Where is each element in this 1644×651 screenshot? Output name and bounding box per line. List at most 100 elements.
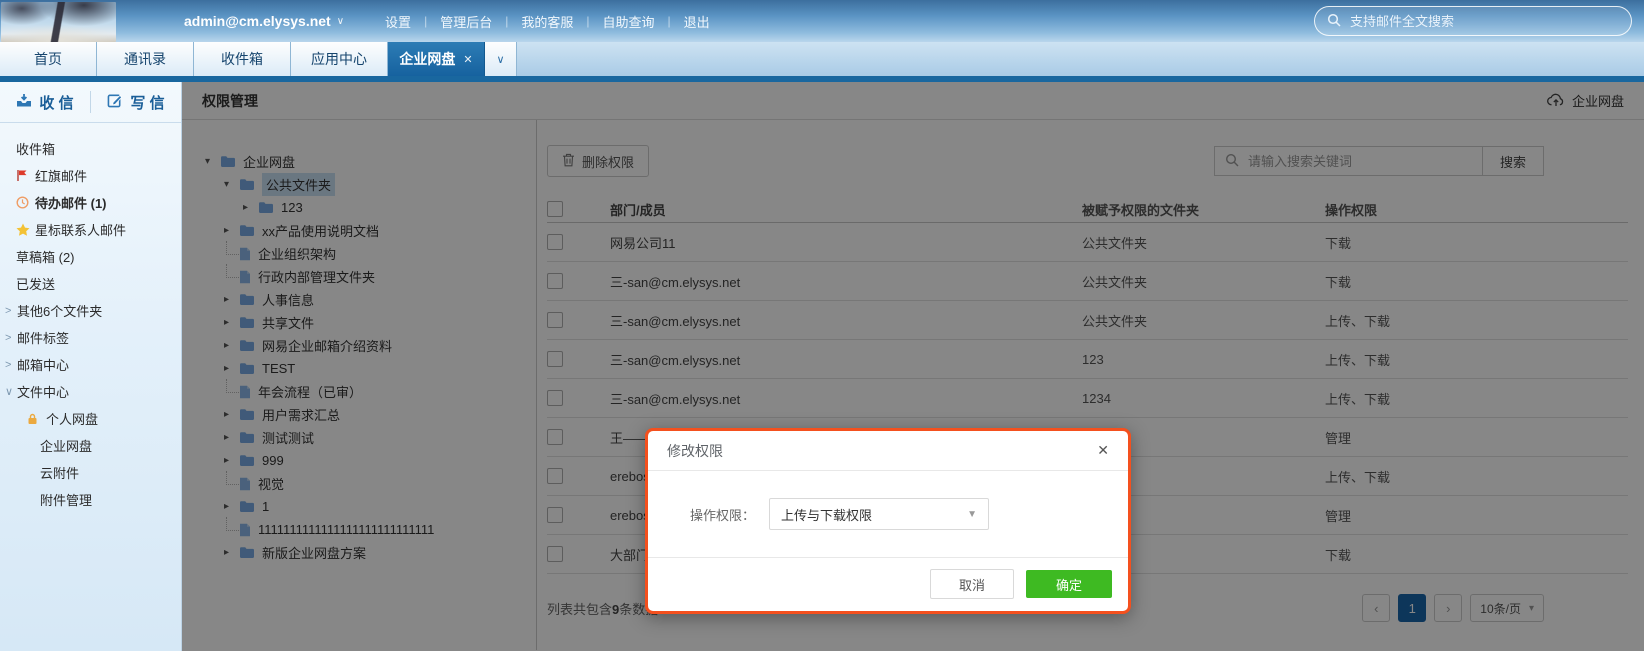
tree-node-1[interactable]: ▸1 (182, 495, 536, 518)
tree-node-999[interactable]: ▸999 (182, 449, 536, 472)
folder-cell: 公共文件夹 (1082, 233, 1325, 252)
topbar-link[interactable]: 设置 (372, 12, 424, 31)
tree-node-网易企业邮箱介绍资料[interactable]: ▸网易企业邮箱介绍资料 (182, 334, 536, 357)
write-mail-button[interactable]: 写 信 (91, 82, 181, 122)
tab-应用中心[interactable]: 应用中心 (291, 42, 388, 76)
next-page-button[interactable]: › (1434, 594, 1462, 622)
chevron-down-icon[interactable]: ▾ (205, 156, 220, 167)
tree-node-企业网盘[interactable]: ▾企业网盘 (182, 150, 536, 173)
account-menu[interactable]: admin@cm.elysys.net ∨ (184, 13, 344, 29)
chevron-right-icon[interactable]: ▸ (224, 225, 239, 236)
sidebar-item-红旗邮件[interactable]: 红旗邮件 (0, 162, 181, 189)
tree-node-公共文件夹[interactable]: ▾公共文件夹 (182, 173, 536, 196)
tree-node-1111111111111111111111111111[interactable]: 1111111111111111111111111111 (182, 518, 536, 541)
sidebar-item-邮箱中心[interactable]: >邮箱中心 (0, 351, 181, 378)
tab-首页[interactable]: 首页 (0, 42, 97, 76)
keyword-search-box[interactable] (1214, 146, 1482, 176)
tab-overflow-button[interactable]: ∨ (485, 42, 517, 76)
row-checkbox[interactable] (547, 273, 563, 289)
row-checkbox-cell (547, 351, 610, 367)
row-checkbox[interactable] (547, 546, 563, 562)
chevron-down-icon: ∨ (337, 16, 344, 27)
sidebar-item-文件中心[interactable]: ∨文件中心 (0, 378, 181, 405)
tree-node-行政内部管理文件夹[interactable]: 行政内部管理文件夹 (182, 265, 536, 288)
tab-通讯录[interactable]: 通讯录 (97, 42, 194, 76)
sidebar-item-个人网盘[interactable]: 个人网盘 (0, 405, 181, 432)
dialog-title: 修改权限 (667, 441, 723, 461)
chevron-right-icon[interactable]: ▸ (224, 340, 239, 351)
sidebar-item-已发送[interactable]: 已发送 (0, 270, 181, 297)
tab-close-icon[interactable]: ✕ (463, 53, 472, 66)
row-checkbox[interactable] (547, 429, 563, 445)
tree-node-企业组织架构[interactable]: 企业组织架构 (182, 242, 536, 265)
topbar-link[interactable]: 退出 (671, 12, 723, 31)
chevron-right-icon[interactable]: ▸ (224, 317, 239, 328)
topbar-link[interactable]: 自助查询 (589, 12, 667, 31)
tree-node-人事信息[interactable]: ▸人事信息 (182, 288, 536, 311)
row-checkbox[interactable] (547, 351, 563, 367)
sidebar-item-附件管理[interactable]: 附件管理 (0, 486, 181, 513)
sidebar-item-草稿箱 (2)[interactable]: 草稿箱 (2) (0, 243, 181, 270)
chevron-right-icon[interactable]: ▸ (243, 202, 258, 213)
tree-node-123[interactable]: ▸123 (182, 196, 536, 219)
sidebar-item-星标联系人邮件[interactable]: 星标联系人邮件 (0, 216, 181, 243)
chevron-right-icon[interactable]: ▸ (224, 455, 239, 466)
tab-企业网盘[interactable]: 企业网盘✕ (388, 42, 485, 76)
topbar-link[interactable]: 管理后台 (427, 12, 505, 31)
keyword-search-input[interactable] (1246, 153, 1470, 170)
tree-node-视觉[interactable]: 视觉 (182, 472, 536, 495)
tree-node-用户需求汇总[interactable]: ▸用户需求汇总 (182, 403, 536, 426)
current-page-button[interactable]: 1 (1398, 594, 1426, 622)
topbar-link[interactable]: 我的客服 (508, 12, 586, 31)
tree-node-label: 企业组织架构 (258, 244, 336, 263)
sidebar-item-邮件标签[interactable]: >邮件标签 (0, 324, 181, 351)
sidebar-item-待办邮件 (1)[interactable]: 待办邮件 (1) (0, 189, 181, 216)
cancel-button[interactable]: 取消 (930, 569, 1014, 599)
chevron-right-icon[interactable]: ▸ (224, 501, 239, 512)
folder-icon (239, 316, 255, 329)
sidebar-item-label: 红旗邮件 (35, 166, 87, 185)
enterprise-disk-link[interactable]: 企业网盘 (1547, 91, 1624, 110)
sidebar-item-label: 已发送 (16, 274, 55, 293)
mail-search-input[interactable] (1348, 13, 1582, 30)
tab-label: 通讯录 (124, 49, 166, 69)
chevron-right-icon[interactable]: ▸ (224, 363, 239, 374)
select-all-checkbox[interactable] (547, 201, 563, 217)
chevron-right-icon[interactable]: ▸ (224, 547, 239, 558)
permission-select[interactable]: 上传与下载权限 ▼ (769, 498, 989, 530)
confirm-button[interactable]: 确定 (1026, 570, 1112, 598)
sidebar-item-云附件[interactable]: 云附件 (0, 459, 181, 486)
permission-cell: 下载 (1325, 545, 1628, 564)
row-checkbox[interactable] (547, 468, 563, 484)
close-icon[interactable]: ✕ (1097, 442, 1109, 459)
row-checkbox[interactable] (547, 312, 563, 328)
row-checkbox-cell (547, 234, 610, 250)
tree-node-共享文件[interactable]: ▸共享文件 (182, 311, 536, 334)
tree-node-测试测试[interactable]: ▸测试测试 (182, 426, 536, 449)
delete-permission-button[interactable]: 删除权限 (547, 145, 649, 177)
tree-node-xx产品使用说明文档[interactable]: ▸xx产品使用说明文档 (182, 219, 536, 242)
page-size-select[interactable]: 10条/页 ▾ (1470, 594, 1544, 622)
row-checkbox[interactable] (547, 390, 563, 406)
row-checkbox[interactable] (547, 507, 563, 523)
chevron-down-icon[interactable]: ▾ (224, 179, 239, 190)
tree-node-年会流程（已审）[interactable]: 年会流程（已审） (182, 380, 536, 403)
mail-search-box[interactable] (1314, 6, 1632, 36)
search-button[interactable]: 搜索 (1482, 146, 1544, 176)
chevron-right-icon[interactable]: ▸ (224, 432, 239, 443)
chevron-right-icon[interactable]: ▸ (224, 294, 239, 305)
folder-cell: 公共文件夹 (1082, 272, 1325, 291)
folder-cell: 123 (1082, 352, 1325, 367)
receive-mail-button[interactable]: 收 信 (0, 82, 90, 122)
tab-收件箱[interactable]: 收件箱 (194, 42, 291, 76)
sidebar-item-其他6个文件夹[interactable]: >其他6个文件夹 (0, 297, 181, 324)
tree-node-TEST[interactable]: ▸TEST (182, 357, 536, 380)
file-icon (239, 247, 251, 261)
tree-node-新版企业网盘方案[interactable]: ▸新版企业网盘方案 (182, 541, 536, 564)
chevron-right-icon[interactable]: ▸ (224, 409, 239, 420)
sidebar-item-企业网盘[interactable]: 企业网盘 (0, 432, 181, 459)
row-checkbox[interactable] (547, 234, 563, 250)
sidebar-item-收件箱[interactable]: 收件箱 (0, 135, 181, 162)
folder-icon (239, 408, 255, 421)
prev-page-button[interactable]: ‹ (1362, 594, 1390, 622)
